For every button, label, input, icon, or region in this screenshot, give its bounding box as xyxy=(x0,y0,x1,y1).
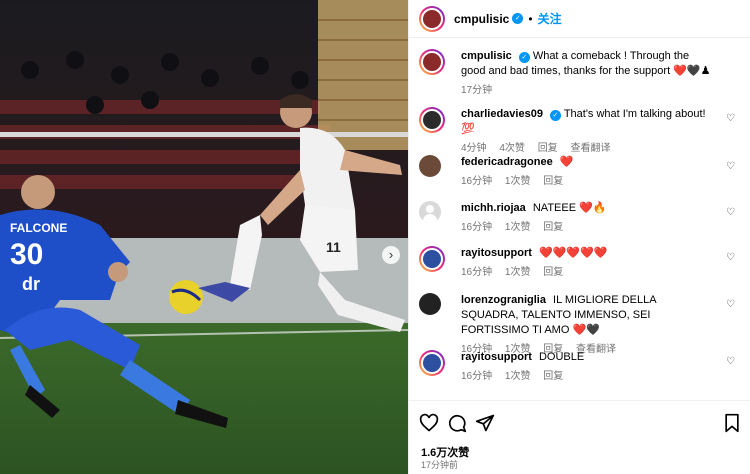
bookmark-icon[interactable] xyxy=(723,413,741,438)
comment-likes[interactable]: 1次赞 xyxy=(505,222,531,233)
comment-like-heart-icon[interactable]: ♡ xyxy=(726,207,735,218)
caption-username[interactable]: cmpulisic xyxy=(461,50,512,62)
commenter-avatar[interactable] xyxy=(419,293,441,315)
comment-text: NATEEE ❤️🔥 xyxy=(532,202,607,214)
author-avatar[interactable] xyxy=(419,49,445,75)
comment-like-heart-icon[interactable]: ♡ xyxy=(726,252,735,263)
reply-button[interactable]: 回复 xyxy=(543,222,563,233)
match-photo: FALCONE 30 dr 11 xyxy=(0,0,408,474)
post-header: cmpulisic ✓ • 关注 xyxy=(409,0,750,38)
comment-item: lorenzograniglia IL MIGLIORE DELLA SQUAD… xyxy=(419,293,741,357)
sponsor-logo: dr xyxy=(22,274,40,294)
follow-button[interactable]: 关注 xyxy=(538,10,562,27)
commenter-avatar[interactable] xyxy=(419,107,445,133)
post-timestamp: 17分钟前 xyxy=(421,460,459,470)
comment-username[interactable]: rayitosupport xyxy=(461,247,532,259)
caption-age: 17分钟 xyxy=(461,85,493,96)
commenter-avatar[interactable] xyxy=(419,350,445,376)
comment-item: federicadragonee ❤️ 16分钟 1次赞 回复 ♡ xyxy=(419,155,741,189)
comment-icon[interactable] xyxy=(447,413,467,438)
comment-likes[interactable]: 1次赞 xyxy=(505,176,531,187)
comment-like-heart-icon[interactable]: ♡ xyxy=(726,113,735,124)
comment-list[interactable]: cmpulisic ✓ What a comeback ! Through the… xyxy=(409,39,750,400)
comment-username[interactable]: charliedavies09 xyxy=(461,108,543,120)
comment-like-heart-icon[interactable]: ♡ xyxy=(726,161,735,172)
caption-emoji: ❤️🖤♟ xyxy=(673,65,711,77)
comment-likes[interactable]: 1次赞 xyxy=(505,371,531,382)
comment-age: 16分钟 xyxy=(461,267,493,278)
goalkeeper-number: 30 xyxy=(10,238,43,271)
post-actions: 1.6万次赞 17分钟前 xyxy=(409,400,750,474)
commenter-avatar[interactable] xyxy=(419,155,441,177)
player-number: 11 xyxy=(326,239,341,255)
comment-item: rayitosupport ❤️❤️❤️❤️❤️ 16分钟 1次赞 回复 ♡ xyxy=(419,246,741,280)
comment-text: DOUBLE xyxy=(538,351,585,363)
comment-item: rayitosupport DOUBLE 16分钟 1次赞 回复 ♡ xyxy=(419,350,741,384)
comment-text: ❤️ xyxy=(559,156,574,168)
goalkeeper-name: FALCONE xyxy=(10,221,67,235)
reply-button[interactable]: 回复 xyxy=(538,143,558,154)
translate-button[interactable]: 查看翻译 xyxy=(570,143,610,154)
comment-item: charliedavies09 ✓ That's what I'm talking… xyxy=(419,107,741,156)
separator-dot: • xyxy=(528,11,533,26)
comment-item: michh.riojaa NATEEE ❤️🔥 16分钟 1次赞 回复 ♡ xyxy=(419,201,741,235)
reply-button[interactable]: 回复 xyxy=(543,176,563,187)
post-sidebar: cmpulisic ✓ • 关注 cmpulisic ✓ What a comeb… xyxy=(408,0,750,474)
comment-username[interactable]: lorenzograniglia xyxy=(461,294,546,306)
reply-button[interactable]: 回复 xyxy=(543,267,563,278)
comment-likes[interactable]: 1次赞 xyxy=(505,267,531,278)
next-photo-button[interactable]: › xyxy=(382,246,400,264)
heart-icon[interactable] xyxy=(419,413,439,438)
football xyxy=(169,280,203,314)
post-caption: cmpulisic ✓ What a comeback ! Through the… xyxy=(419,49,741,98)
comment-like-heart-icon[interactable]: ♡ xyxy=(726,299,735,310)
comment-age: 16分钟 xyxy=(461,371,493,382)
comment-age: 16分钟 xyxy=(461,222,493,233)
comment-like-heart-icon[interactable]: ♡ xyxy=(726,356,735,367)
comment-username[interactable]: michh.riojaa xyxy=(461,202,526,214)
reply-button[interactable]: 回复 xyxy=(543,371,563,382)
comment-username[interactable]: rayitosupport xyxy=(461,351,532,363)
author-avatar[interactable] xyxy=(419,5,445,32)
share-icon[interactable] xyxy=(475,413,495,438)
comment-age: 4分钟 xyxy=(461,143,487,154)
verified-badge-icon: ✓ xyxy=(549,110,561,121)
comment-username[interactable]: federicadragonee xyxy=(461,156,553,168)
post-photo[interactable]: FALCONE 30 dr 11 › xyxy=(0,0,408,474)
comment-text: ❤️❤️❤️❤️❤️ xyxy=(538,247,608,259)
comment-age: 16分钟 xyxy=(461,176,493,187)
author-username[interactable]: cmpulisic xyxy=(454,12,509,26)
commenter-avatar[interactable] xyxy=(419,246,445,272)
verified-badge-icon: ✓ xyxy=(518,52,530,63)
comment-likes[interactable]: 4次赞 xyxy=(499,143,525,154)
commenter-avatar[interactable] xyxy=(419,201,441,223)
verified-badge-icon: ✓ xyxy=(512,13,524,24)
